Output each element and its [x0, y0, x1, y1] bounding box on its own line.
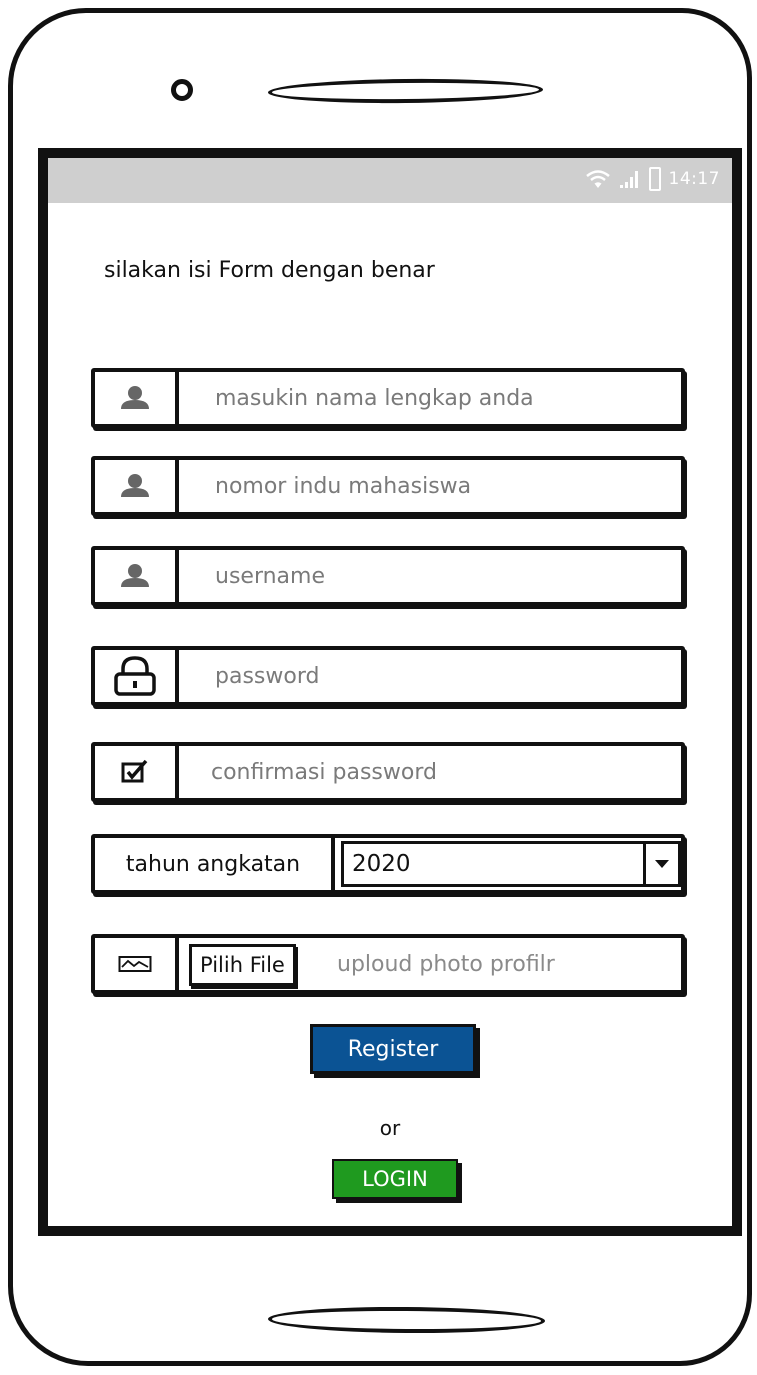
- signal-icon: [619, 171, 638, 188]
- register-button[interactable]: Register: [310, 1024, 476, 1074]
- checkbox-icon-box: [95, 746, 179, 798]
- student-number-placeholder: nomor indu mahasiswa: [215, 473, 472, 499]
- password-placeholder: password: [215, 663, 320, 689]
- form-title: silakan isi Form dengan benar: [104, 258, 435, 283]
- image-icon: [118, 956, 152, 972]
- photo-placeholder: uploud photo profilr: [337, 951, 555, 977]
- user-icon-box: [95, 550, 179, 602]
- user-icon: [121, 474, 149, 497]
- full-name-field[interactable]: masukin nama lengkap anda: [91, 368, 685, 428]
- confirm-password-placeholder: confirmasi password: [211, 759, 437, 785]
- full-name-placeholder: masukin nama lengkap anda: [215, 385, 534, 411]
- confirm-password-field[interactable]: confirmasi password: [91, 742, 685, 802]
- year-label: tahun angkatan: [95, 838, 335, 890]
- lock-icon: [114, 656, 156, 696]
- battery-icon: [648, 167, 661, 191]
- wifi-icon: [585, 170, 610, 188]
- camera-dot: [171, 79, 193, 101]
- username-placeholder: username: [215, 563, 325, 589]
- login-button[interactable]: LOGIN: [332, 1159, 458, 1199]
- status-time: 14:17: [668, 169, 720, 189]
- username-field[interactable]: username: [91, 546, 685, 606]
- checkbox-icon: [121, 759, 148, 783]
- user-icon: [121, 386, 149, 409]
- or-divider-text: or: [379, 1116, 401, 1140]
- user-icon: [121, 564, 149, 587]
- lock-icon-box: [95, 650, 179, 702]
- phone-screen: 14:17 silakan isi Form dengan benar masu…: [38, 148, 742, 1236]
- user-icon-box: [95, 372, 179, 424]
- choose-file-button[interactable]: Pilih File: [189, 944, 296, 986]
- photo-upload-field: Pilih File uploud photo profilr: [91, 934, 685, 994]
- password-field[interactable]: password: [91, 646, 685, 706]
- student-number-field[interactable]: nomor indu mahasiswa: [91, 456, 685, 516]
- year-select[interactable]: 2020: [341, 841, 647, 887]
- home-button[interactable]: [267, 1306, 546, 1334]
- image-icon-box: [95, 938, 179, 990]
- status-bar: 14:17: [48, 158, 732, 203]
- year-field: tahun angkatan 2020: [91, 834, 685, 894]
- user-icon-box: [95, 460, 179, 512]
- year-dropdown-toggle[interactable]: [643, 841, 681, 887]
- chevron-down-icon: [655, 860, 669, 868]
- status-icons: 14:17: [585, 167, 721, 191]
- speaker-slot: [267, 77, 544, 105]
